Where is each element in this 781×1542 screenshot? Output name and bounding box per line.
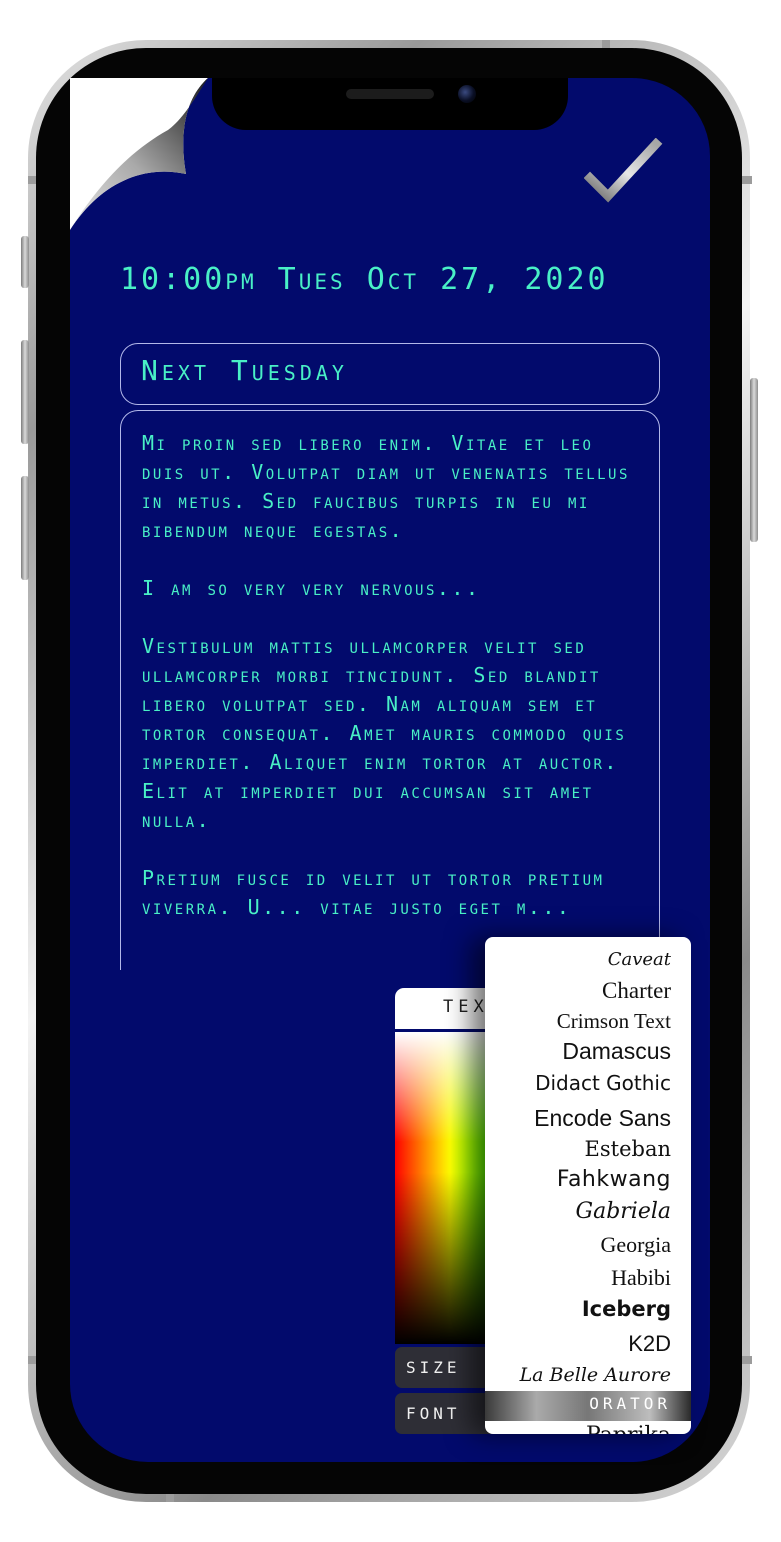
- font-option[interactable]: Gabriela: [576, 1201, 672, 1223]
- font-option[interactable]: Caveat: [608, 951, 671, 969]
- font-option[interactable]: Crimson Text: [557, 1011, 671, 1032]
- volume-down-button[interactable]: [21, 476, 29, 580]
- speaker-grille: [346, 89, 434, 99]
- note-paragraph: I am so very very nervous...: [142, 576, 481, 600]
- mute-switch[interactable]: [21, 236, 29, 288]
- antenna-band: [166, 1494, 174, 1502]
- notch: [212, 78, 568, 130]
- font-option[interactable]: Iceberg: [582, 1299, 671, 1320]
- font-option[interactable]: K2D: [628, 1333, 671, 1355]
- font-option[interactable]: Habibi: [611, 1267, 671, 1289]
- note-paragraph: Mi proin sed libero enim. Vitae et leo d…: [142, 431, 630, 542]
- font-picker-list[interactable]: Caveat Charter Crimson Text Damascus Did…: [485, 937, 691, 1434]
- note-timestamp: 10:00pm Tues Oct 27, 2020: [120, 262, 609, 297]
- text-color-tab[interactable]: TEX: [395, 988, 495, 1029]
- font-option[interactable]: Encode Sans: [534, 1107, 671, 1130]
- note-paragraph: Vestibulum mattis ullamcorper velit sed …: [142, 634, 627, 832]
- font-option-selected[interactable]: ORATOR: [485, 1391, 691, 1421]
- text-color-tab-label: TEX: [443, 997, 489, 1017]
- note-title: Next Tuesday: [141, 354, 348, 387]
- font-option[interactable]: La Belle Aurore: [520, 1366, 671, 1385]
- volume-up-button[interactable]: [21, 340, 29, 444]
- antenna-band: [602, 40, 610, 48]
- font-option[interactable]: Charter: [602, 979, 671, 1002]
- antenna-band: [742, 1356, 752, 1364]
- note-body-text[interactable]: Mi proin sed libero enim. Vitae et leo d…: [142, 429, 642, 951]
- font-option[interactable]: Didact Gothic: [535, 1073, 671, 1093]
- font-button[interactable]: FONT: [395, 1393, 495, 1434]
- font-option[interactable]: Paprika: [586, 1425, 671, 1435]
- power-button[interactable]: [750, 378, 758, 542]
- font-button-label: FONT: [406, 1404, 461, 1423]
- color-picker-gradient[interactable]: [395, 1032, 495, 1344]
- page-curl-icon[interactable]: [70, 78, 220, 238]
- size-button-label: SIZE: [406, 1358, 461, 1377]
- font-option[interactable]: Damascus: [562, 1040, 671, 1063]
- checkmark-icon[interactable]: [584, 138, 664, 208]
- font-option[interactable]: Esteban: [585, 1139, 671, 1160]
- note-title-field[interactable]: Next Tuesday: [120, 343, 660, 405]
- font-option-selected-label: ORATOR: [589, 1394, 671, 1413]
- antenna-band: [742, 176, 752, 184]
- note-paragraph: Pretium fusce id velit ut tortor pretium…: [142, 866, 605, 919]
- size-button[interactable]: SIZE: [395, 1347, 495, 1388]
- front-camera: [458, 85, 476, 103]
- font-option[interactable]: Georgia: [601, 1234, 671, 1256]
- font-option[interactable]: Fahkwang: [557, 1169, 671, 1191]
